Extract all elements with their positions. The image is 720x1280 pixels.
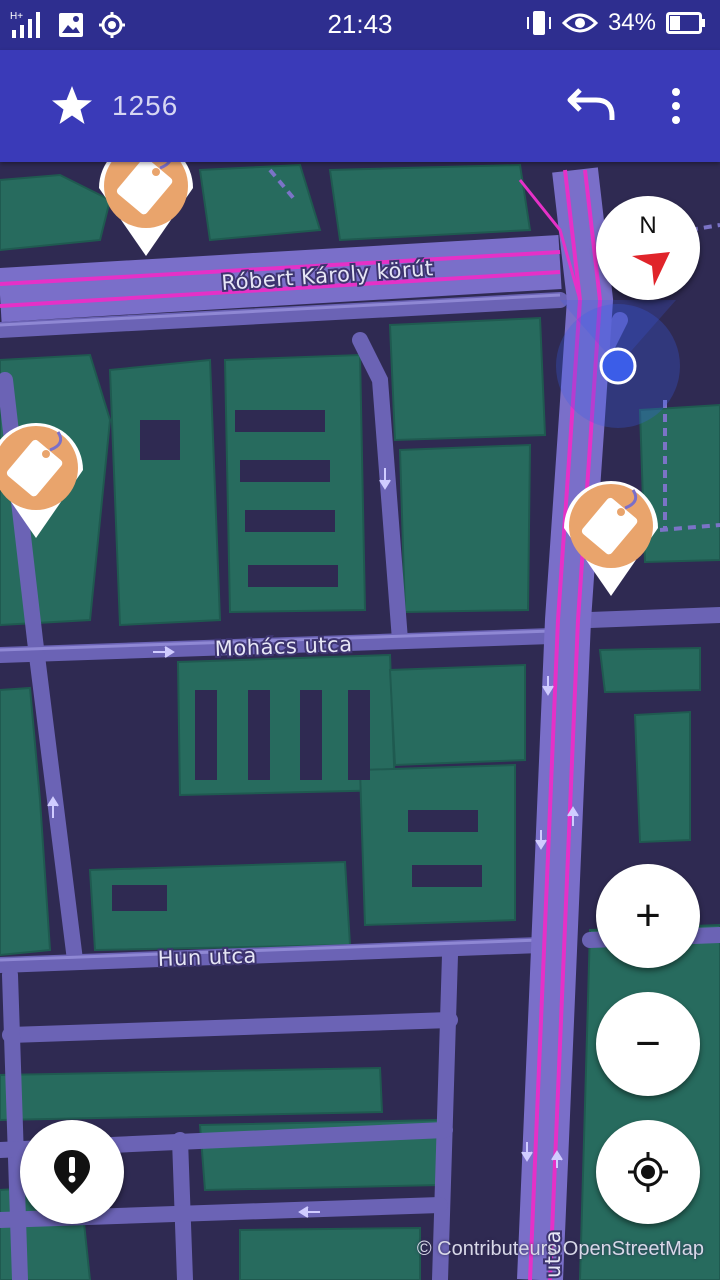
more-vert-icon[interactable] — [660, 82, 692, 130]
vibrate-icon — [526, 11, 551, 35]
undo-icon[interactable] — [566, 86, 618, 126]
user-location-dot — [599, 347, 637, 385]
create-note-button[interactable] — [20, 1120, 124, 1224]
street-label-mohacs: Mohács utca — [214, 632, 353, 661]
battery-percent: 34% — [607, 9, 656, 36]
compass-button[interactable]: N — [596, 196, 700, 300]
zoom-in-button[interactable]: + — [596, 864, 700, 968]
zoom-in-label: + — [635, 891, 661, 940]
map-attribution[interactable]: © Contributeurs OpenStreetMap — [417, 1238, 704, 1261]
zoom-out-label: − — [635, 1019, 661, 1068]
battery-icon — [666, 12, 705, 34]
map-view[interactable]: Róbert Károly körút Mohács utca Hun utca… — [0, 162, 720, 1280]
app-bar: 1256 — [0, 50, 720, 162]
compass-needle-icon — [632, 252, 670, 286]
street-label-hun: Hun utca — [157, 944, 257, 971]
zoom-out-button[interactable]: − — [596, 992, 700, 1096]
answer-count[interactable]: 1256 — [112, 90, 178, 122]
my-location-icon — [628, 1152, 668, 1192]
status-right-icons: 34% — [526, 9, 706, 37]
map-canvas[interactable]: Róbert Károly körút Mohács utca Hun utca… — [0, 162, 720, 1280]
eye-icon — [561, 13, 598, 33]
star-icon[interactable] — [50, 84, 94, 128]
status-bar: H+ 21:43 34% — [0, 0, 720, 50]
alert-marker-icon — [54, 1150, 90, 1194]
my-location-button[interactable] — [596, 1120, 700, 1224]
